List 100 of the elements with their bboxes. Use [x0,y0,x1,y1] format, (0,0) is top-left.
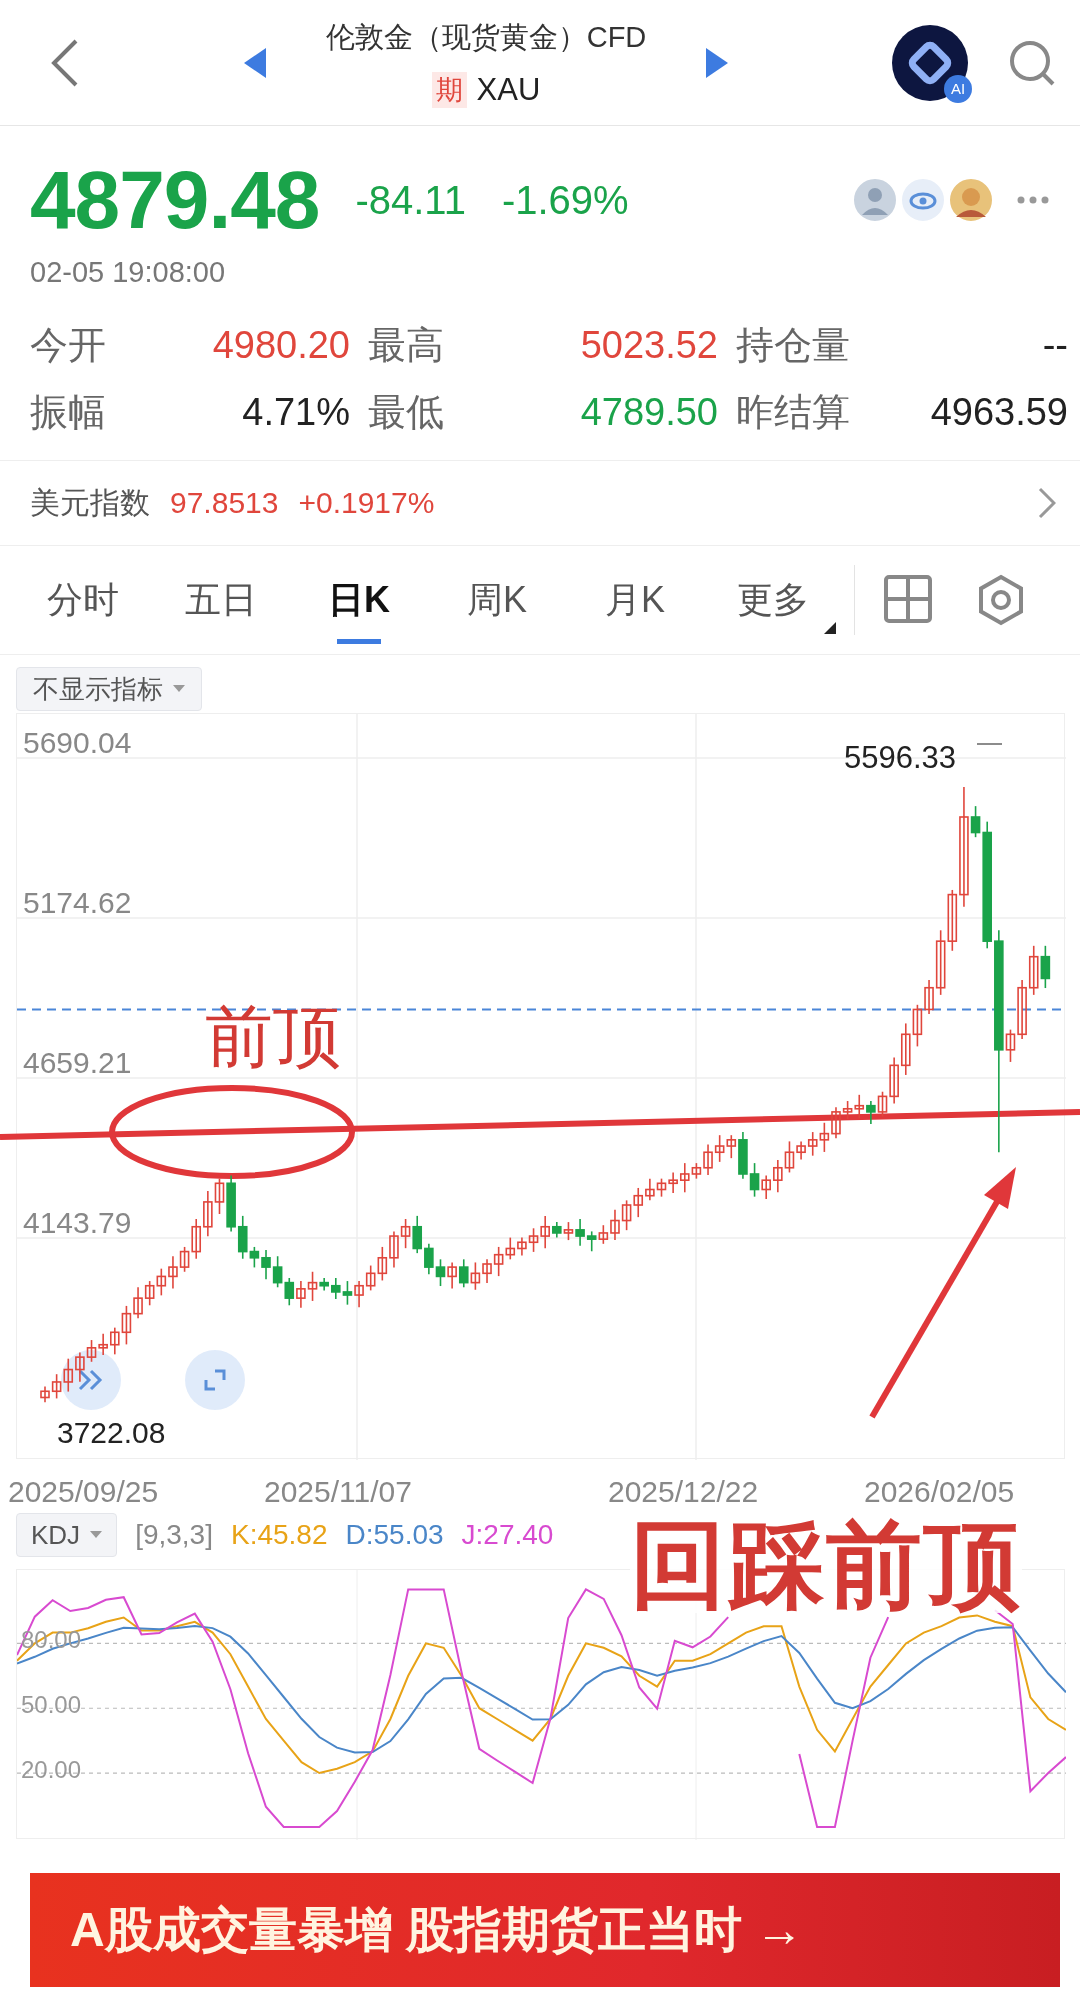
date-axis-label: 2025/12/22 [608,1475,759,1509]
stat-value: 4963.59 [929,391,1068,434]
legend-value: K:45.82 [230,1519,328,1551]
stat-label: 今开 [30,323,107,368]
candlestick [656,1177,667,1198]
promo-banner[interactable]: A股成交量暴增 股指期货正当时 → [30,1873,1060,1987]
candlestick [540,1215,550,1249]
date-axis-label: 2025/11/07 [264,1475,412,1509]
price-axis-label: 4659.21 [23,1046,132,1080]
stat-value: -- [1041,324,1068,367]
candlestick [633,1187,644,1218]
price-axis-label: 4143.79 [23,1206,132,1240]
candlestick [424,1243,434,1276]
legend-value: J:27.40 [461,1519,554,1551]
usd-index-row[interactable]: 美元指数 97.8513 +0.1917% [0,460,1080,546]
candlestick [552,1221,562,1239]
candlestick [761,1174,771,1200]
period-tab[interactable]: 五日 [152,546,290,654]
kdj-axis-label: 20.00 [21,1756,82,1785]
candlestick [1040,945,1051,989]
settings-icon[interactable] [977,574,1025,626]
stat-value: 4980.20 [211,324,350,367]
legend-value: D:55.03 [345,1519,444,1551]
candlestick [1028,945,1039,996]
period-tab[interactable]: 分时 [14,546,152,654]
candlestick [714,1134,725,1163]
candlestick [854,1094,865,1120]
candlestick [168,1255,178,1290]
usd-index-label: 美元指数 [30,484,150,521]
candlestick [470,1261,481,1291]
candlestick [203,1190,213,1238]
candlestick [284,1277,295,1307]
candlestick [458,1258,469,1289]
candlestick [645,1177,655,1202]
candlestick [482,1258,492,1284]
scroll-button[interactable] [61,1350,121,1410]
candlestick [773,1159,783,1194]
more-icon[interactable] [1016,195,1050,205]
period-tab[interactable]: 日K [290,546,428,654]
candlestick [901,1022,911,1076]
stat-label: 昨结算 [735,390,851,435]
max-price-leader-line [976,743,1003,745]
eye-logo-icon[interactable] [900,177,946,223]
period-tab[interactable]: 更多 [704,546,842,654]
candlestick [400,1218,411,1249]
candlestick [528,1227,539,1253]
candlestick [517,1236,527,1257]
indicator-dropdown[interactable]: KDJ [16,1513,118,1557]
candlestick [505,1236,516,1261]
candlestick [110,1326,120,1356]
price-change: -84.11 [355,177,466,223]
change-percent: -1.69% [501,177,629,223]
previous-icon[interactable] [243,47,266,78]
stat-value: 5023.52 [579,324,718,367]
max-price-label: 5596.33 [844,740,957,776]
kdj-axis-label: 50.00 [21,1691,82,1720]
instrument-title: 伦敦金（现货黄金）CFD [325,19,647,55]
usd-index-value: 97.8513 [170,486,279,520]
indicator-dropdown[interactable]: 不显示指标 [16,667,202,711]
caret-icon [173,685,185,693]
candlestick [86,1339,97,1363]
period-tab[interactable]: 周K [428,546,566,654]
candlestick [749,1162,760,1198]
stat-value: 4.71% [241,391,350,434]
search-icon[interactable] [1008,38,1056,87]
candlestick [668,1171,678,1194]
next-icon[interactable] [706,47,729,78]
annotation-text: 前顶 [205,997,341,1076]
candlestick [354,1280,364,1308]
corner-triangle-icon [824,622,836,634]
candlestick [586,1230,597,1253]
date-axis-label: 2025/09/25 [8,1475,159,1509]
candlestick [377,1246,388,1282]
last-price: 4879.48 [30,153,320,247]
user-avatar[interactable] [948,177,994,223]
candlestick [63,1357,74,1393]
candlestick [156,1267,167,1297]
kdj-params: [9,3,3] [135,1519,213,1551]
candlestick [133,1286,143,1320]
candlestick [121,1305,132,1346]
date-axis-label: 2026/02/05 [864,1475,1015,1509]
candlestick [75,1351,85,1383]
layout-grid-icon[interactable] [883,574,933,624]
candlestick [447,1261,457,1290]
double-chevron-icon [77,1368,105,1392]
period-tab[interactable]: 月K [566,546,704,654]
price-axis-label: 5690.04 [23,726,132,760]
ai-badge: AI [944,74,972,103]
candlestick [912,1004,923,1048]
symbol-label: XAU [476,71,541,108]
stat-label: 最高 [367,323,445,368]
candlestick [389,1230,399,1269]
candlestick [261,1249,271,1280]
candlestick [412,1215,423,1254]
candlestick [819,1121,830,1153]
stat-label: 持仓量 [735,323,851,368]
stat-label: 振幅 [30,390,107,435]
user-avatar[interactable] [852,177,898,223]
ai-assistant-icon[interactable] [892,24,968,101]
usd-index-change: +0.1917% [298,486,435,520]
